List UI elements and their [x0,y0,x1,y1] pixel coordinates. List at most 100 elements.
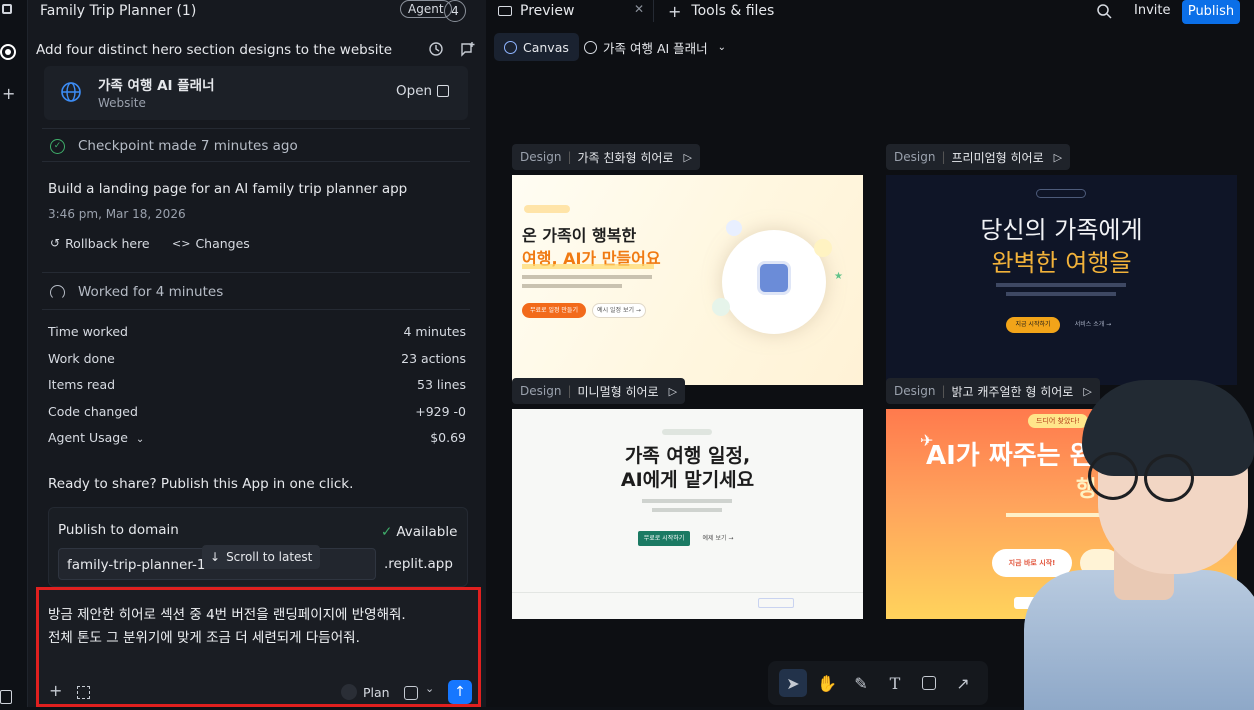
feature-chip [758,598,794,608]
design-word: Design [520,150,562,164]
toggle-icon [341,684,357,700]
hero-cta-secondary[interactable]: 예시 일정 보기 → [592,303,646,318]
hero-desc [996,283,1126,287]
hero-cta-primary[interactable]: 무료로 시작하기 [638,531,690,546]
preview-tab[interactable]: Preview ✕ [486,0,654,22]
panel-icon[interactable] [0,690,12,704]
scroll-to-latest-button[interactable]: ↓ Scroll to latest [202,545,321,569]
select-element-icon[interactable] [77,686,90,699]
hero-cta-primary[interactable]: 지금 시작하기 [1006,317,1060,333]
input-line-2: 전체 톤도 그 분위기에 맞게 조금 더 세련되게 다듬어줘. [48,630,360,646]
design-card-2[interactable]: 당신의 가족에게 완벽한 여행을 지금 시작하기 서비스 소개 → [886,175,1237,385]
glasses-icon [1088,452,1138,500]
invite-button[interactable]: Invite [1134,3,1170,18]
external-link-icon [437,85,450,97]
checkpoint-check-icon: ✓ [50,139,65,154]
new-chat-icon[interactable] [460,41,476,57]
rollback-icon: ↺ [50,236,61,250]
available-label: Available [396,524,458,540]
design-label-2[interactable]: Design | 프리미엄형 히어로 ▷ [886,144,1071,170]
scroll-latest-label: Scroll to latest [226,550,313,564]
hero-tagline-pill [524,205,570,213]
chevron-down-icon[interactable]: ⌄ [425,682,434,695]
stat-label: Agent Usage [48,430,128,445]
design-word: Design [894,150,936,164]
globe-icon [584,40,597,54]
app-selector[interactable]: 가족 여행 AI 플래너 ⌄ [584,33,726,61]
record-icon[interactable] [0,44,16,60]
stat-label-agent-usage[interactable]: Agent Usage ⌄ [48,430,144,457]
globe-icon [61,82,81,102]
app-card[interactable]: 가족 여행 AI 플래너 Website Open [44,66,468,120]
attach-add-icon[interactable]: + [49,681,62,700]
hero-bottom-bar [512,592,863,593]
changes-label: Changes [195,235,250,251]
canvas-tab[interactable]: Canvas [494,33,579,61]
pointer-icon[interactable]: ➤ [779,669,807,697]
hero-badge [662,429,712,435]
design-card-3[interactable]: 가족 여행 일정, AI에게 맡기세요 무료로 시작하기 예제 보기 → [512,409,863,619]
hero-badge [1036,189,1086,198]
arrow-icon[interactable]: ↗ [949,669,977,697]
close-icon[interactable]: ✕ [634,2,644,16]
map-icon [712,298,730,316]
task-title: Add four distinct hero section designs t… [36,42,393,58]
input-line-1: 방금 제안한 히어로 섹션 중 4번 버전을 랜딩페이지에 반영해줘. [48,607,406,623]
stat-value: 23 actions [401,350,466,366]
checkpoint-row: ✓ Checkpoint made 7 minutes ago [42,128,470,162]
changes-button[interactable]: <> Changes [172,234,250,252]
hero-cta-secondary[interactable]: 예제 보기 → [696,531,740,546]
hero-underline [522,264,654,269]
stat-row: Items read 53 lines [48,377,466,404]
design-label-3[interactable]: Design | 미니멀형 히어로 ▷ [512,378,686,404]
hero-line-2: AI에게 맡기세요 [620,469,755,491]
rectangle-icon[interactable] [915,669,943,697]
palette-icon [504,40,517,54]
hand-icon[interactable]: ✋ [813,669,841,697]
project-title[interactable]: Family Trip Planner (1) [40,3,196,19]
left-rail: + [0,0,28,707]
stat-row[interactable]: Agent Usage ⌄ $0.69 [48,430,466,457]
tools-tab[interactable]: + Tools & files [668,0,774,22]
chat-input-box[interactable]: 방금 제안한 히어로 섹션 중 4번 버전을 랜딩페이지에 반영해줘. 전체 톤… [36,587,481,707]
send-button[interactable]: ↑ [448,680,472,704]
monitor-icon [498,6,512,16]
rollback-button[interactable]: ↺ Rollback here [50,234,150,252]
target-icon[interactable] [404,686,418,700]
design-name: 가족 친화형 히어로 [577,150,674,165]
add-icon[interactable]: + [2,84,15,103]
play-icon[interactable]: ▷ [683,151,691,164]
stat-row: Code changed +929 -0 [48,404,466,431]
stat-row: Time worked 4 minutes [48,324,466,351]
app-logo-icon [2,4,12,14]
gauge-icon [50,285,65,300]
design-label-1[interactable]: Design | 가족 친화형 히어로 ▷ [512,144,700,170]
domain-suffix: .replit.app [384,556,453,572]
hero-cta-secondary[interactable]: 서비스 소개 → [1068,317,1118,333]
presenter-avatar [994,380,1254,710]
sun-icon [814,239,832,257]
app-card-type: Website [98,96,146,110]
design-word: Design [520,384,562,398]
design-word: Design [894,384,936,398]
history-icon[interactable] [428,41,444,57]
text-icon[interactable]: T [881,669,909,697]
preview-label: Preview [520,3,575,19]
publish-button[interactable]: Publish [1182,0,1240,24]
app-card-name: 가족 여행 AI 플래너 [98,78,215,94]
stat-value: 4 minutes [403,324,466,339]
design-card-1[interactable]: 온 가족이 행복한 여행, AI가 만들어요 무료로 일정 만들기 예시 일정 … [512,175,863,385]
hero-desc [1006,292,1116,296]
domain-value: family-trip-planner-1 [67,557,206,573]
plan-toggle[interactable]: Plan [341,684,390,700]
stat-value: $0.69 [430,430,466,445]
play-icon[interactable]: ▷ [669,385,677,398]
hero-cta-primary[interactable]: 무료로 일정 만들기 [522,303,586,318]
search-icon[interactable] [1096,3,1112,19]
play-icon[interactable]: ▷ [1054,151,1062,164]
stat-row: Work done 23 actions [48,351,466,378]
publish-domain-label: Publish to domain [58,522,179,538]
worked-row[interactable]: Worked for 4 minutes [42,272,470,310]
pen-icon[interactable]: ✎ [847,669,875,697]
open-button[interactable]: Open [396,83,450,99]
